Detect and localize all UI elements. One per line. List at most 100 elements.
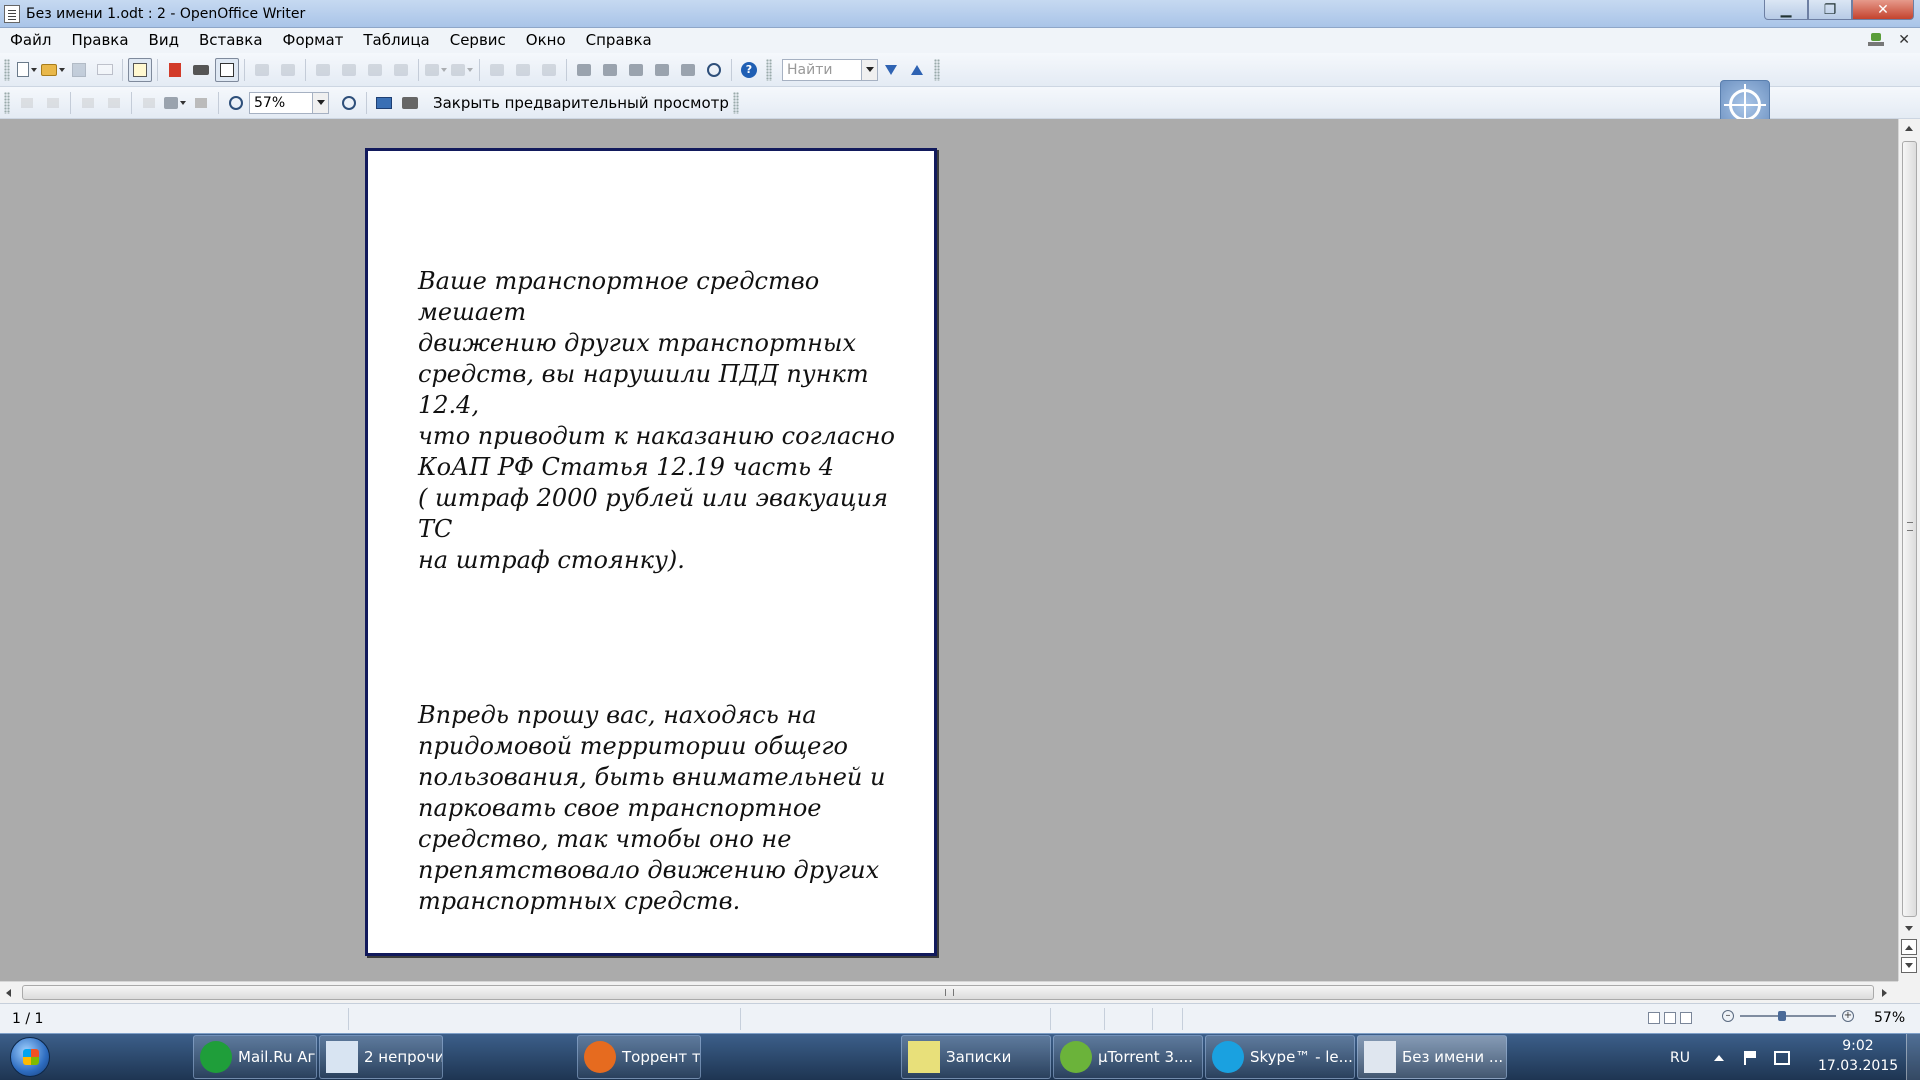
help-button[interactable]: ? [737,58,761,82]
menu-format[interactable]: Формат [273,28,354,53]
update-download-icon[interactable] [1868,33,1885,47]
first-page-button[interactable] [76,91,100,115]
menu-insert[interactable]: Вставка [189,28,273,53]
export-pdf-button[interactable] [163,58,187,82]
find-dropdown-button[interactable] [862,58,878,81]
task-skype[interactable]: Skype™ - le... [1205,1035,1355,1079]
print-button[interactable] [189,58,213,82]
table-button[interactable] [511,58,535,82]
zoom-in-button[interactable] [224,91,248,115]
two-pages-button[interactable] [137,91,161,115]
multiple-pages-button[interactable] [163,91,187,115]
pinned-volume[interactable] [444,1034,510,1080]
pinned-chrome[interactable] [510,1034,576,1080]
vertical-scrollbar[interactable] [1898,119,1920,981]
pinned-media-player[interactable] [768,1034,834,1080]
task-unread-mail[interactable]: 2 непрочит... [319,1035,443,1079]
menu-window[interactable]: Окно [516,28,576,53]
print-preview-button[interactable] [398,91,422,115]
previous-page-button[interactable] [15,91,39,115]
spellcheck-button[interactable] [250,58,274,82]
last-page-button[interactable] [102,91,126,115]
show-desktop-button[interactable] [1906,1034,1920,1080]
zoom-input[interactable]: 57% [249,91,313,114]
paste-button[interactable] [363,58,387,82]
language-indicator[interactable]: RU [1670,1050,1690,1066]
hyperlink-button[interactable] [485,58,509,82]
pinned-yandex[interactable] [702,1034,768,1080]
page-preview-button[interactable] [215,57,239,82]
task-openoffice-writer[interactable]: Без имени ... [1357,1035,1507,1079]
pinned-internet-explorer[interactable] [60,1034,126,1080]
full-screen-button[interactable] [372,91,396,115]
zoom-slider-knob[interactable] [1778,1011,1786,1021]
pinned-opera[interactable] [834,1034,900,1080]
book-view-icon[interactable] [1680,1012,1692,1024]
toolbar-grip[interactable] [766,58,772,81]
task-mailru-agent[interactable]: Mail.Ru Аге... [193,1035,317,1079]
find-previous-button[interactable] [905,58,929,82]
zoom-out-circle-icon[interactable]: – [1722,1010,1734,1022]
menu-edit[interactable]: Правка [61,28,138,53]
action-center-flag-icon[interactable] [1743,1050,1758,1065]
menu-table[interactable]: Таблица [353,28,439,53]
gallery-button[interactable] [624,58,648,82]
find-next-button[interactable] [879,58,903,82]
multi-page-view-icon[interactable] [1664,1012,1676,1024]
redo-button[interactable] [450,58,474,82]
zoom-out-button[interactable] [337,91,361,115]
navigator-button[interactable] [598,58,622,82]
menu-view[interactable]: Вид [139,28,189,53]
horizontal-scroll-thumb[interactable] [22,985,1874,1000]
email-document-button[interactable] [93,58,117,82]
zoom-slider[interactable]: – + [1722,1010,1854,1022]
formatting-marks-button[interactable] [676,58,700,82]
zoom-dropdown-button[interactable] [313,91,329,114]
system-clock[interactable]: 9:02 17.03.2015 [1818,1036,1898,1076]
page-indicator[interactable]: 1 / 1 [0,1011,348,1027]
vertical-scroll-thumb[interactable] [1902,141,1917,917]
format-paintbrush-button[interactable] [389,58,413,82]
task-utorrent[interactable]: µTorrent 3.... [1053,1035,1203,1079]
previous-page-scroll-button[interactable] [1901,939,1917,955]
task-sticky-notes[interactable]: Записки [901,1035,1051,1079]
close-document-button[interactable]: ✕ [1898,32,1910,48]
zoom-in-circle-icon[interactable]: + [1842,1010,1854,1022]
next-page-scroll-button[interactable] [1901,957,1917,973]
toolbar-grip[interactable] [4,58,10,81]
scroll-down-button[interactable] [1899,919,1919,937]
open-button[interactable] [41,58,65,82]
data-sources-button[interactable] [650,58,674,82]
network-icon[interactable] [1773,1050,1790,1065]
save-button[interactable] [67,58,91,82]
pinned-file-explorer[interactable] [126,1034,192,1080]
find-replace-button[interactable] [572,58,596,82]
zoom-button[interactable] [702,58,726,82]
toolbar-grip[interactable] [732,91,739,114]
toolbar-grip[interactable] [934,58,940,81]
single-page-view-icon[interactable] [1648,1012,1660,1024]
scroll-left-button[interactable] [6,989,11,997]
next-page-button[interactable] [41,91,65,115]
menu-tools[interactable]: Сервис [440,28,516,53]
menu-help[interactable]: Справка [576,28,662,53]
edit-file-button[interactable] [128,57,152,82]
zoom-percentage[interactable]: 57% [1874,1010,1905,1026]
find-input[interactable]: Найти [782,58,862,81]
show-hidden-icons-icon[interactable] [1713,1054,1724,1061]
scroll-up-button[interactable] [1899,119,1919,137]
minimize-button[interactable]: ▁ [1764,0,1808,20]
close-window-button[interactable]: ✕ [1852,0,1914,20]
menu-file[interactable]: Файл [0,28,61,53]
close-preview-button[interactable]: Закрыть предварительный просмотр [433,94,729,112]
undo-button[interactable] [424,58,448,82]
show-draw-functions-button[interactable] [537,58,561,82]
toolbar-grip[interactable] [4,91,10,114]
start-button[interactable] [0,1034,60,1080]
autospellcheck-button[interactable] [276,58,300,82]
maximize-button[interactable]: ❐ [1808,0,1852,20]
horizontal-scrollbar[interactable] [0,981,1898,1003]
new-document-button[interactable] [15,58,39,82]
cut-button[interactable] [311,58,335,82]
task-firefox-torrent[interactable]: Торрент тр... [577,1035,701,1079]
